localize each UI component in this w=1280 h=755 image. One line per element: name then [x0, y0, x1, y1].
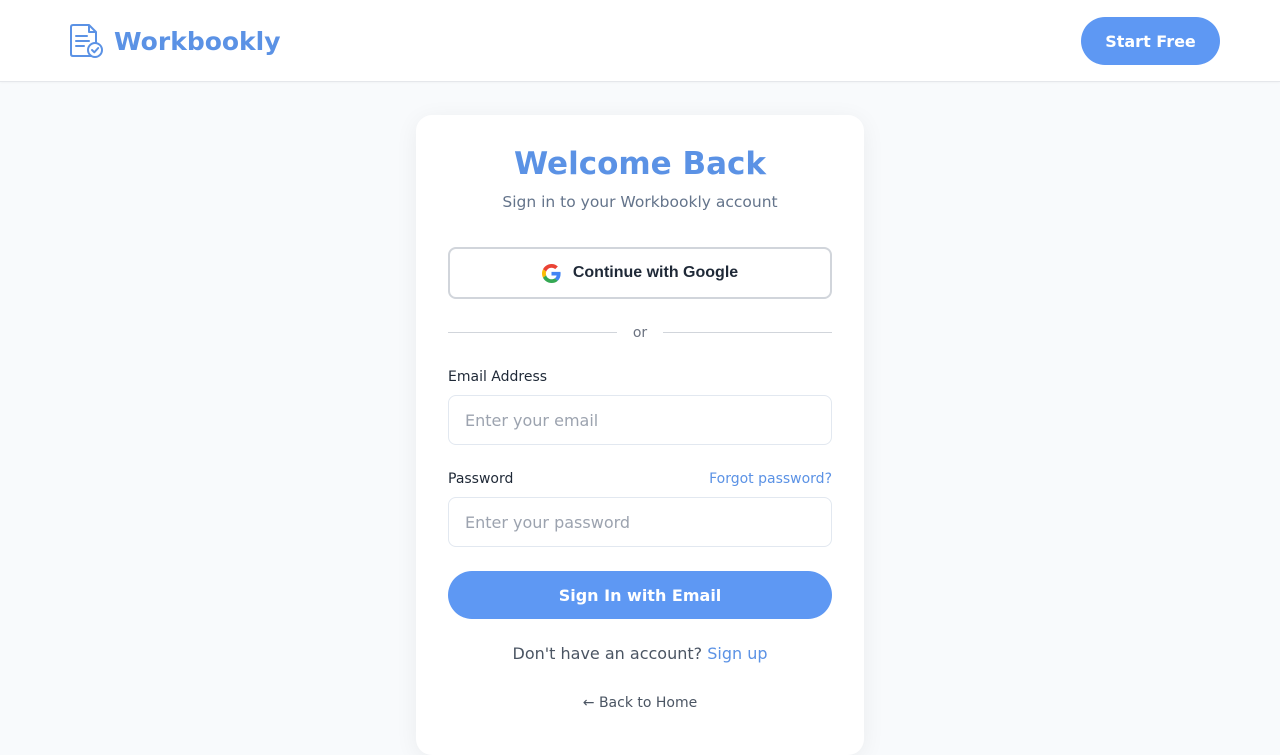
divider-line-right — [663, 332, 832, 333]
divider-text: or — [632, 325, 648, 341]
password-label: Password — [448, 471, 514, 487]
brand-name: Workbookly — [114, 26, 281, 56]
signup-prompt-row: Don't have an account? Sign up — [0, 644, 1280, 664]
email-field[interactable] — [448, 395, 832, 445]
password-field[interactable] — [448, 497, 832, 547]
google-icon — [541, 263, 561, 283]
divider-line-left — [448, 332, 617, 333]
signin-email-button[interactable]: Sign In with Email — [448, 571, 832, 619]
google-signin-label: Continue with Google — [572, 264, 739, 281]
google-signin-button[interactable]: Continue with Google — [448, 247, 832, 299]
email-label: Email Address — [448, 369, 548, 385]
brand-logo-link[interactable]: Workbookly — [68, 23, 281, 59]
signup-link[interactable]: Sign up — [707, 644, 767, 663]
forgot-password-link[interactable]: Forgot password? — [652, 470, 832, 488]
top-nav-bar: Workbookly Start Free — [0, 0, 1280, 82]
signup-prompt-text: Don't have an account? — [512, 644, 703, 663]
back-to-home-link[interactable]: ← Back to Home — [540, 694, 740, 712]
start-free-button[interactable]: Start Free — [1081, 17, 1220, 65]
page-title: Welcome Back — [513, 146, 767, 182]
document-check-icon — [70, 24, 103, 58]
page-subtitle: Sign in to your Workbookly account — [502, 193, 778, 211]
